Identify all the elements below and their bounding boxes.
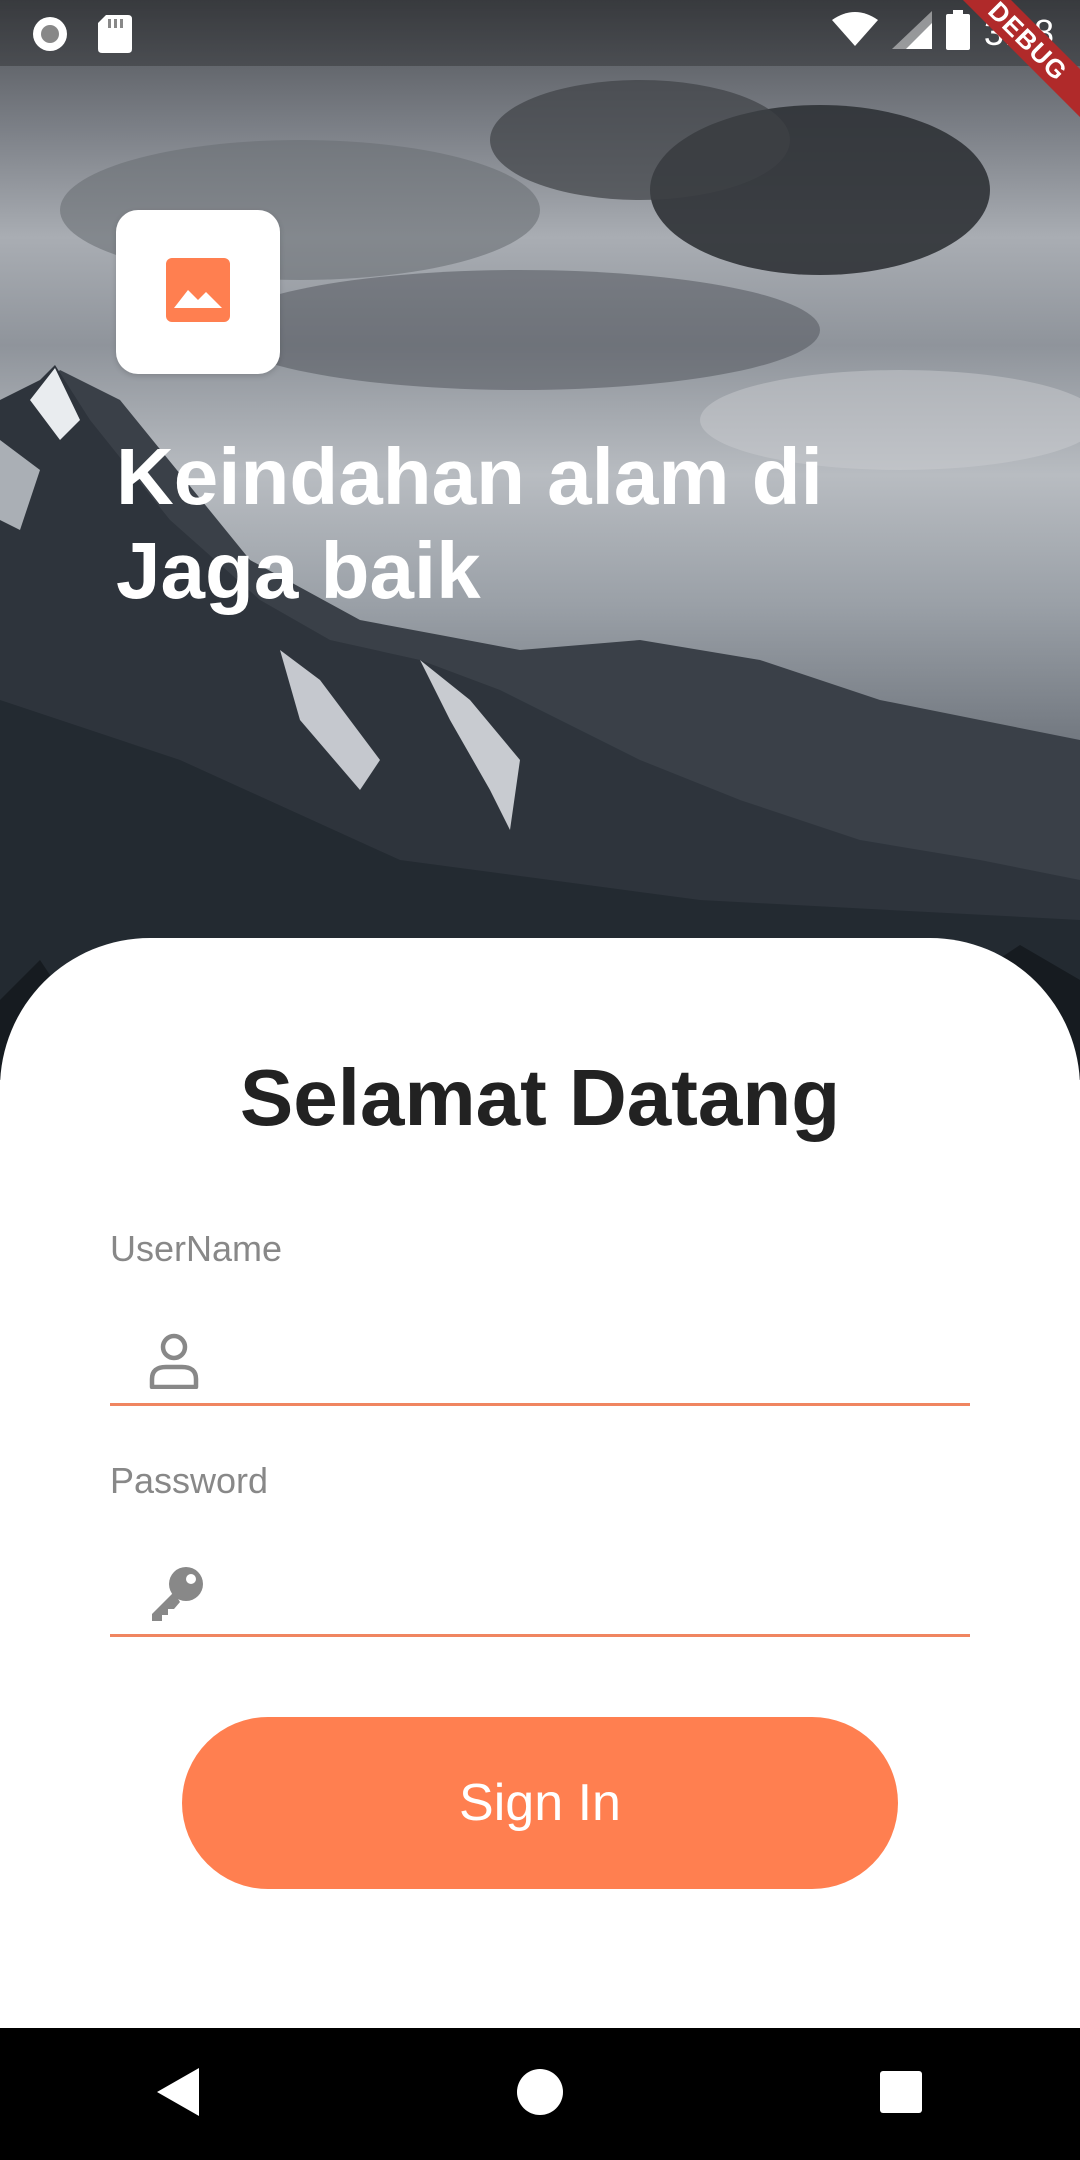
password-input[interactable] [230, 1560, 954, 1622]
battery-icon [945, 10, 970, 55]
username-label: UserName [110, 1228, 283, 1269]
recents-icon[interactable] [879, 2070, 923, 2119]
hero-title: Keindahan alam di Jaga baik [116, 430, 876, 618]
app-logo [116, 210, 280, 374]
status-bar: 3:28 DEBUG [0, 0, 1080, 124]
password-field [110, 1524, 970, 1637]
back-icon[interactable] [157, 2067, 201, 2121]
image-icon [166, 257, 230, 327]
record-icon [30, 14, 70, 59]
key-icon [148, 1564, 206, 1627]
hero-title-line2: Jaga baik [116, 526, 481, 615]
username-field [110, 1293, 970, 1406]
sd-card-icon [98, 15, 132, 58]
home-icon[interactable] [516, 2068, 564, 2121]
sign-in-button[interactable]: Sign In [182, 1717, 898, 1889]
navigation-bar [0, 2028, 1080, 2160]
hero-title-line1: Keindahan alam di [116, 432, 823, 521]
username-input[interactable] [230, 1329, 954, 1391]
password-label: Password [110, 1460, 269, 1501]
welcome-heading: Selamat Datang [239, 1053, 841, 1142]
signal-icon [891, 11, 932, 54]
user-icon [148, 1333, 200, 1394]
wifi-icon [831, 12, 878, 53]
